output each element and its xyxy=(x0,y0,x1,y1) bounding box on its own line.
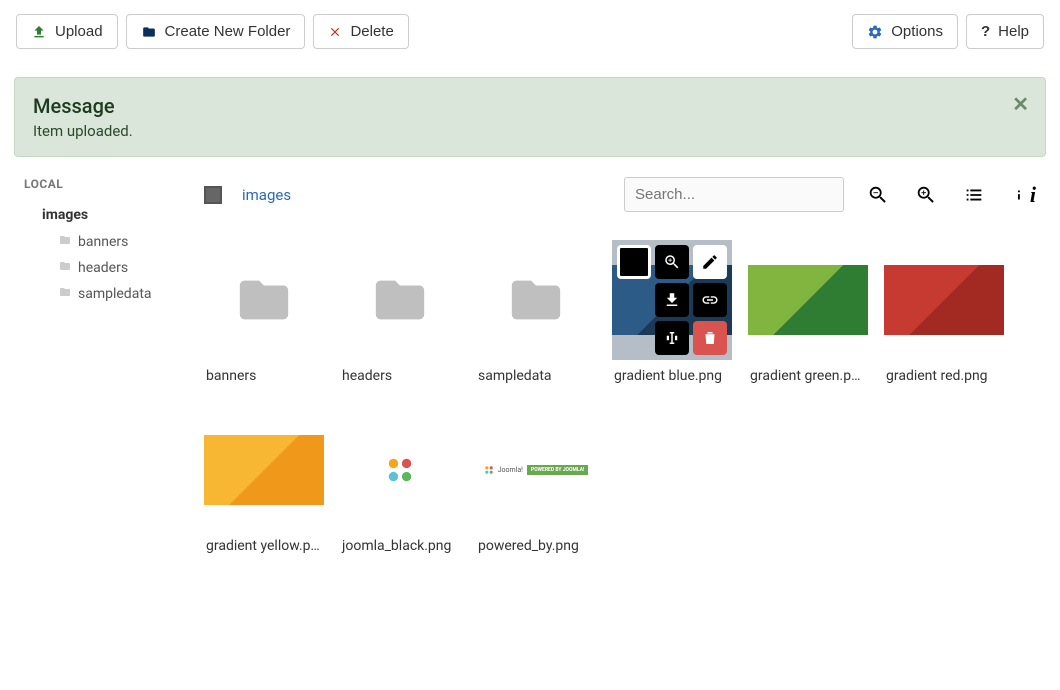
overlay-link-icon[interactable] xyxy=(693,283,727,317)
toolbar: Upload Create New Folder Delete Options … xyxy=(0,0,1060,63)
file-item[interactable]: gradient green.p… xyxy=(748,240,868,394)
sidebar-item-label: headers xyxy=(78,260,128,276)
sidebar-item-label: sampledata xyxy=(78,286,152,302)
overlay-rename-icon[interactable] xyxy=(655,321,689,355)
file-item[interactable]: Joomla!POWERED BY JOOMLA! powered_by.png xyxy=(476,410,596,564)
file-item[interactable]: gradient blue.png xyxy=(612,240,732,394)
sidebar-item-banners[interactable]: banners xyxy=(24,229,192,255)
item-label: headers xyxy=(340,368,460,394)
item-label: gradient red.png xyxy=(884,368,1004,394)
alert-title: Message xyxy=(33,94,1027,118)
breadcrumb[interactable]: images xyxy=(242,186,291,204)
select-all-checkbox[interactable] xyxy=(204,186,222,204)
image-thumb xyxy=(748,265,868,335)
zoom-in-icon[interactable] xyxy=(912,181,940,209)
overlay-select-checkbox[interactable] xyxy=(617,245,651,279)
sidebar-item-label: banners xyxy=(78,234,128,250)
item-label: banners xyxy=(204,368,324,394)
folder-item[interactable]: sampledata xyxy=(476,240,596,394)
sidebar-heading: LOCAL xyxy=(24,177,192,191)
sidebar: LOCAL images banners headers sampledata xyxy=(4,177,204,564)
item-label: gradient yellow.p… xyxy=(204,538,324,564)
image-thumb-wrap xyxy=(204,410,324,530)
folder-icon xyxy=(58,286,72,302)
overlay-preview-icon[interactable] xyxy=(655,245,689,279)
overlay-edit-icon[interactable] xyxy=(693,245,727,279)
item-overlay xyxy=(612,240,732,360)
alert-close-icon[interactable]: ✕ xyxy=(1012,92,1029,116)
delete-icon xyxy=(328,25,342,39)
info-icon[interactable]: i xyxy=(1008,181,1036,209)
upload-button[interactable]: Upload xyxy=(16,14,118,49)
folder-thumb xyxy=(340,240,460,360)
folder-thumb xyxy=(476,240,596,360)
alert-message: Message Item uploaded. ✕ xyxy=(14,77,1046,157)
item-label: gradient blue.png xyxy=(612,368,732,394)
items-grid: banners headers sampledata gradient blue.pn… xyxy=(204,240,1036,564)
help-icon: ? xyxy=(981,23,990,40)
options-button[interactable]: Options xyxy=(852,14,958,49)
image-thumb xyxy=(884,265,1004,335)
folder-icon xyxy=(58,260,72,276)
image-thumb-wrap xyxy=(884,240,1004,360)
gear-icon xyxy=(867,24,883,40)
selected-thumb xyxy=(612,240,732,360)
help-button[interactable]: ? Help xyxy=(966,14,1044,49)
folder-item[interactable]: banners xyxy=(204,240,324,394)
sidebar-item-sampledata[interactable]: sampledata xyxy=(24,281,192,307)
image-thumb: Joomla!POWERED BY JOOMLA! xyxy=(476,410,596,530)
tree-root[interactable]: images xyxy=(24,201,192,229)
item-label: sampledata xyxy=(476,368,596,394)
content-header: images i xyxy=(204,177,1036,212)
file-item[interactable]: gradient red.png xyxy=(884,240,1004,394)
create-folder-button[interactable]: Create New Folder xyxy=(126,14,306,49)
item-label: powered_by.png xyxy=(476,538,596,564)
upload-icon xyxy=(31,24,47,40)
folder-icon xyxy=(141,25,157,39)
content: images i banners headers sampledata gradien… xyxy=(204,177,1056,564)
file-item[interactable]: joomla_black.png xyxy=(340,410,460,564)
image-thumb-wrap xyxy=(748,240,868,360)
folder-thumb xyxy=(204,240,324,360)
zoom-out-icon[interactable] xyxy=(864,181,892,209)
item-label: joomla_black.png xyxy=(340,538,460,564)
list-view-icon[interactable] xyxy=(960,181,988,209)
sidebar-item-headers[interactable]: headers xyxy=(24,255,192,281)
search-input[interactable] xyxy=(624,177,844,212)
folder-icon xyxy=(58,234,72,250)
delete-button[interactable]: Delete xyxy=(313,14,408,49)
image-thumb xyxy=(340,410,460,530)
overlay-download-icon[interactable] xyxy=(655,283,689,317)
overlay-delete-icon[interactable] xyxy=(693,321,727,355)
item-label: gradient green.p… xyxy=(748,368,868,394)
alert-body: Item uploaded. xyxy=(33,122,1027,140)
file-item[interactable]: gradient yellow.p… xyxy=(204,410,324,564)
image-thumb xyxy=(204,435,324,505)
folder-item[interactable]: headers xyxy=(340,240,460,394)
